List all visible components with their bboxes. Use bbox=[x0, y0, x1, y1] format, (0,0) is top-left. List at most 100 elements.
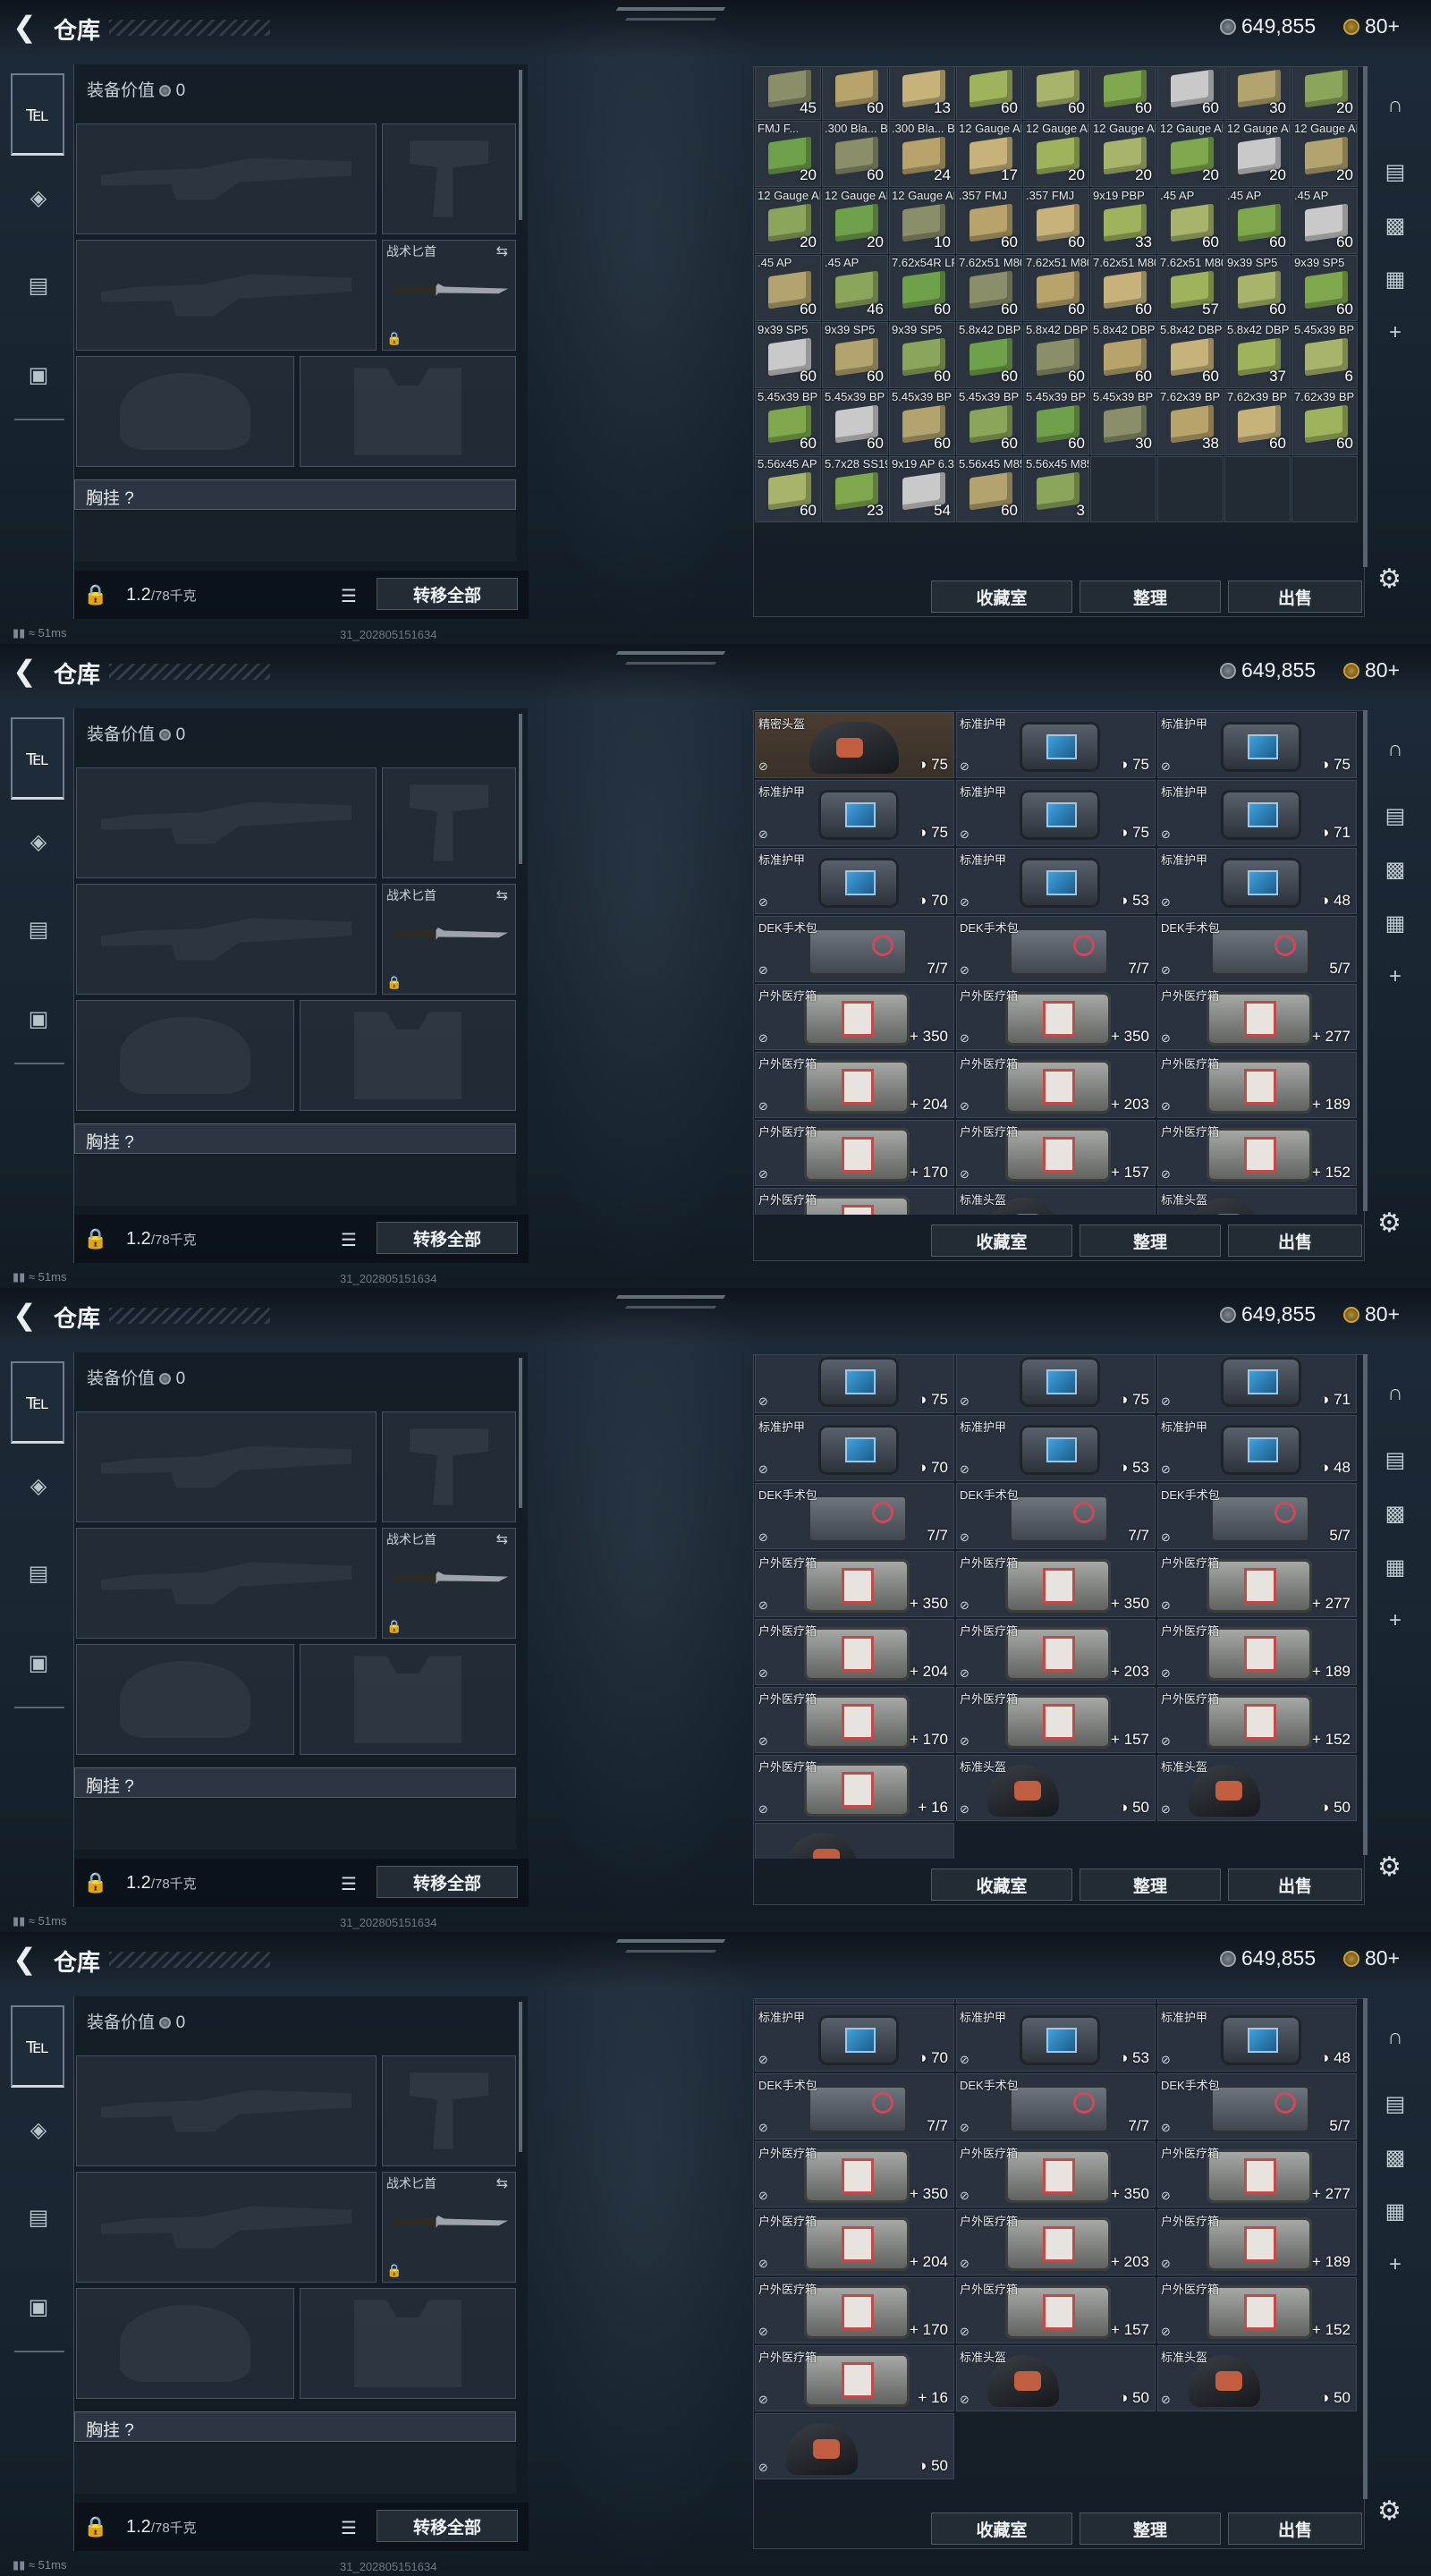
pistol-slot[interactable] bbox=[382, 123, 516, 234]
stash-tab-2[interactable]: ▤ bbox=[1374, 1438, 1417, 1481]
ammo-cell[interactable]: 5.7x28 SS190 23 bbox=[822, 456, 888, 522]
list-icon[interactable]: ☰ bbox=[341, 1873, 357, 1895]
ammo-cell[interactable]: 7.62x54R LPS 60 bbox=[889, 255, 955, 321]
ammo-cell[interactable]: 12 Gauge AP-20 20 bbox=[822, 188, 888, 254]
gear-cell[interactable]: 标准头盔⊘ bbox=[956, 1188, 1156, 1215]
gear-cell[interactable]: 标准护甲 ⊘ ◑ 48 bbox=[1157, 1415, 1357, 1481]
ammo-cell[interactable]: 5.45x39 BP 6 bbox=[1291, 322, 1358, 388]
chest-rig-help-icon[interactable]: ? bbox=[124, 2421, 134, 2440]
sell-button[interactable]: 出售 bbox=[1228, 580, 1362, 613]
ammo-cell[interactable]: 60 bbox=[1023, 67, 1089, 120]
transfer-all-button[interactable]: 转移全部 bbox=[377, 1866, 518, 1898]
stash-tab-4[interactable]: ▦ bbox=[1374, 258, 1417, 301]
gear-cell[interactable]: DEK手术包 ⊘ 7/7 bbox=[755, 2073, 954, 2140]
gear-cell[interactable]: 标准护甲 ⊘ ◑ 48 bbox=[1157, 2005, 1357, 2072]
empty-slot[interactable] bbox=[1224, 456, 1291, 522]
gear-cell[interactable]: 户外医疗箱 ⊘ + 350 bbox=[755, 1551, 954, 1617]
ammo-cell[interactable]: .300 Bla... BCP FMJ 24 bbox=[889, 121, 955, 187]
gold-currency[interactable]: 80+ bbox=[1343, 658, 1400, 682]
armor-slot[interactable] bbox=[300, 2288, 516, 2399]
gear-icon[interactable]: ⚙ bbox=[1377, 1852, 1401, 1883]
gear-cell[interactable]: 户外医疗箱 ⊘ + 277 bbox=[1157, 984, 1357, 1050]
gear-icon[interactable]: ⚙ bbox=[1377, 1208, 1401, 1239]
ammo-cell[interactable]: 13 bbox=[889, 67, 955, 120]
primary-weapon-slot[interactable] bbox=[76, 767, 377, 878]
ammo-cell[interactable]: .300 Bla... BC FMJ 60 bbox=[822, 121, 888, 187]
gear-cell[interactable]: 户外医疗箱 ⊘ + 350 bbox=[755, 2141, 954, 2207]
gear-cell[interactable]: DEK手术包 ⊘ 7/7 bbox=[755, 916, 954, 982]
gear-cell[interactable]: 标准头盔 ⊘ ◑ 50 bbox=[1157, 1755, 1357, 1821]
gear-cell[interactable]: ⊘ ◑ 75 bbox=[755, 1355, 954, 1413]
stash-tab-4[interactable]: ▦ bbox=[1374, 1546, 1417, 1589]
nav-armor[interactable]: ◈ bbox=[18, 177, 59, 218]
secondary-weapon-slot[interactable] bbox=[76, 2172, 377, 2283]
gear-cell[interactable]: ⊘ ◑ 71 bbox=[1157, 1355, 1357, 1413]
gear-cell[interactable]: 标准头盔 ⊘ ◑ 50 bbox=[1157, 2345, 1357, 2411]
sell-button[interactable]: 出售 bbox=[1228, 2512, 1362, 2545]
ammo-cell[interactable]: 9x39 SP5 60 bbox=[1291, 255, 1358, 321]
ammo-cell[interactable]: 7.62x51 M80 57 bbox=[1157, 255, 1224, 321]
list-icon[interactable]: ☰ bbox=[341, 585, 357, 607]
ammo-cell[interactable]: 12 Gauge AP-20 20 bbox=[1224, 121, 1291, 187]
stash-tab-3[interactable]: ▩ bbox=[1374, 204, 1417, 247]
ammo-cell[interactable]: .357 FMJ 60 bbox=[956, 188, 1022, 254]
sort-button[interactable]: 整理 bbox=[1080, 1224, 1221, 1257]
ammo-cell[interactable]: 12 Gauge AP-20 20 bbox=[755, 188, 821, 254]
gear-cell[interactable]: DEK手术包 ⊘ 7/7 bbox=[956, 916, 1156, 982]
ammo-cell[interactable]: 30 bbox=[1224, 67, 1291, 120]
ammo-cell[interactable]: 5.45x39 BP 60 bbox=[755, 389, 821, 455]
nav-weapons[interactable]: ℡ bbox=[11, 717, 64, 800]
gear-cell[interactable]: 户外医疗箱 ⊘ + 189 bbox=[1157, 1619, 1357, 1685]
chest-rig-slot[interactable]: 胸挂 ? bbox=[74, 1767, 516, 1798]
sell-button[interactable]: 出售 bbox=[1228, 1868, 1362, 1901]
ammo-cell[interactable]: 5.45x39 BP 60 bbox=[1023, 389, 1089, 455]
ammo-cell[interactable]: .45 AP 60 bbox=[1291, 188, 1358, 254]
chest-rig-help-icon[interactable]: ? bbox=[124, 1133, 134, 1152]
ammo-cell[interactable]: 9x39 SP5 60 bbox=[755, 322, 821, 388]
ammo-cell[interactable]: 12 Gauge AP-20 20 bbox=[1291, 121, 1358, 187]
pistol-slot[interactable] bbox=[382, 2055, 516, 2166]
sort-button[interactable]: 整理 bbox=[1080, 580, 1221, 613]
gold-currency[interactable]: 80+ bbox=[1343, 14, 1400, 38]
ammo-cell[interactable]: 7.62x39 BP 60 bbox=[1224, 389, 1291, 455]
swap-icon[interactable]: ⇆ bbox=[496, 886, 508, 904]
stash-tab-3[interactable]: ▩ bbox=[1374, 2136, 1417, 2179]
ammo-cell[interactable]: 12 Gauge AP-20 17 bbox=[956, 121, 1022, 187]
stash-tab-main[interactable]: ∩ bbox=[1374, 1372, 1417, 1415]
ammo-cell[interactable]: .45 AP 60 bbox=[1157, 188, 1224, 254]
chest-rig-slot[interactable]: 胸挂 ? bbox=[74, 2411, 516, 2442]
ammo-cell[interactable]: 60 bbox=[1090, 67, 1156, 120]
gear-cell[interactable]: 标准护甲 ⊘ ◑ 75 bbox=[1157, 712, 1357, 778]
ammo-cell[interactable]: 12 Gauge AP-20 10 bbox=[889, 188, 955, 254]
gear-cell[interactable]: 户外医疗箱 ⊘ + 16 bbox=[755, 1755, 954, 1821]
ammo-cell[interactable]: 60 bbox=[822, 67, 888, 120]
gear-cell[interactable]: 户外医疗箱 ⊘ + 203 bbox=[956, 1619, 1156, 1685]
equipment-scrollbar[interactable] bbox=[519, 70, 522, 220]
back-arrow-icon[interactable]: ❮ bbox=[13, 1301, 43, 1331]
helmet-slot[interactable] bbox=[76, 356, 294, 467]
collection-room-button[interactable]: 收藏室 bbox=[931, 580, 1072, 613]
equipment-scrollbar[interactable] bbox=[519, 2002, 522, 2152]
swap-icon[interactable]: ⇆ bbox=[496, 2174, 508, 2192]
melee-slot[interactable]: 战术匕首 ⇆ 🔒 bbox=[382, 240, 516, 351]
ammo-cell[interactable]: 60 bbox=[1157, 67, 1224, 120]
gear-cell[interactable]: 标准护甲 ⊘ ◑ 75 bbox=[956, 712, 1156, 778]
secondary-weapon-slot[interactable] bbox=[76, 1528, 377, 1639]
helmet-slot[interactable] bbox=[76, 2288, 294, 2399]
armor-slot[interactable] bbox=[300, 356, 516, 467]
equipment-scrollbar[interactable] bbox=[519, 714, 522, 864]
stash-tab-main[interactable]: ∩ bbox=[1374, 728, 1417, 771]
gear-cell[interactable]: 户外医疗箱 ⊘ + 152 bbox=[1157, 2277, 1357, 2343]
back-arrow-icon[interactable]: ❮ bbox=[13, 1945, 43, 1975]
nav-weapons[interactable]: ℡ bbox=[11, 2005, 64, 2088]
secondary-weapon-slot[interactable] bbox=[76, 884, 377, 995]
ammo-cell[interactable]: 5.45x39 BP 60 bbox=[889, 389, 955, 455]
gear-cell[interactable]: 户外医疗箱 ⊘ + 189 bbox=[1157, 1052, 1357, 1118]
ammo-cell[interactable]: 5.45x39 BP 30 bbox=[1090, 389, 1156, 455]
gear-cell[interactable]: 户外医疗箱 ⊘ + 277 bbox=[1157, 1551, 1357, 1617]
chest-rig-slot[interactable]: 胸挂 ? bbox=[74, 479, 516, 510]
gear-cell[interactable]: 标准护甲 ⊘ ◑ 70 bbox=[755, 848, 954, 914]
gear-cell[interactable]: 户外医疗箱 ⊘ + 152 bbox=[1157, 1120, 1357, 1186]
stash-tab-main[interactable]: ∩ bbox=[1374, 2016, 1417, 2059]
list-icon[interactable]: ☰ bbox=[341, 2517, 357, 2539]
